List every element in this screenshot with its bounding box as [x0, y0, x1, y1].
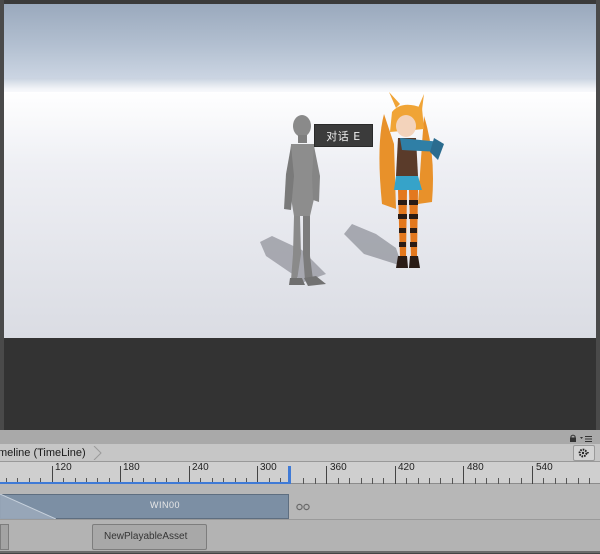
menu-icon[interactable]	[580, 436, 592, 442]
timeline-toolbar: meline (TimeLine)	[0, 444, 600, 462]
panel-header-strip	[0, 430, 600, 444]
playable-asset-label: NewPlayableAsset	[104, 531, 188, 542]
settings-button[interactable]	[573, 445, 595, 461]
ruler-tick-label: 480	[467, 462, 484, 473]
game-viewport[interactable]: 对话 E	[4, 4, 596, 338]
ruler-tick-label: 420	[398, 462, 415, 473]
ruler-tick-label: 120	[55, 462, 72, 473]
girl-shadow	[344, 224, 402, 266]
playable-clip-partial[interactable]	[0, 524, 9, 550]
viewport-letterbox	[4, 338, 596, 430]
playhead	[288, 466, 291, 484]
ruler-tick-label: 180	[123, 462, 140, 473]
ruler-tick-label: 240	[192, 462, 209, 473]
ruler-ticks	[0, 466, 590, 484]
unity-editor: 对话 E meline (TimeLine) 120 180 240 300 3…	[0, 0, 600, 554]
chevron-right-icon	[93, 446, 102, 460]
ruler-tick-label: 300	[260, 462, 277, 473]
ruler-tick-label: 360	[330, 462, 347, 473]
loop-icon	[296, 503, 310, 511]
timeline-window-title[interactable]: meline (TimeLine)	[0, 447, 86, 459]
right-frame-edge	[596, 0, 600, 430]
timeline-ruler[interactable]: 120 180 240 300 360 420 480 540	[0, 462, 600, 484]
scene-characters	[260, 92, 444, 286]
clip-blend-in	[0, 494, 56, 519]
animation-clip-label: WIN00	[150, 500, 181, 510]
interaction-prompt: 对话 E	[314, 124, 373, 147]
timeline-track-2[interactable]	[0, 520, 600, 554]
gear-icon	[578, 448, 589, 458]
lock-icon[interactable]	[569, 434, 577, 442]
ruler-tick-label: 540	[536, 462, 553, 473]
anime-girl-character	[379, 92, 444, 268]
